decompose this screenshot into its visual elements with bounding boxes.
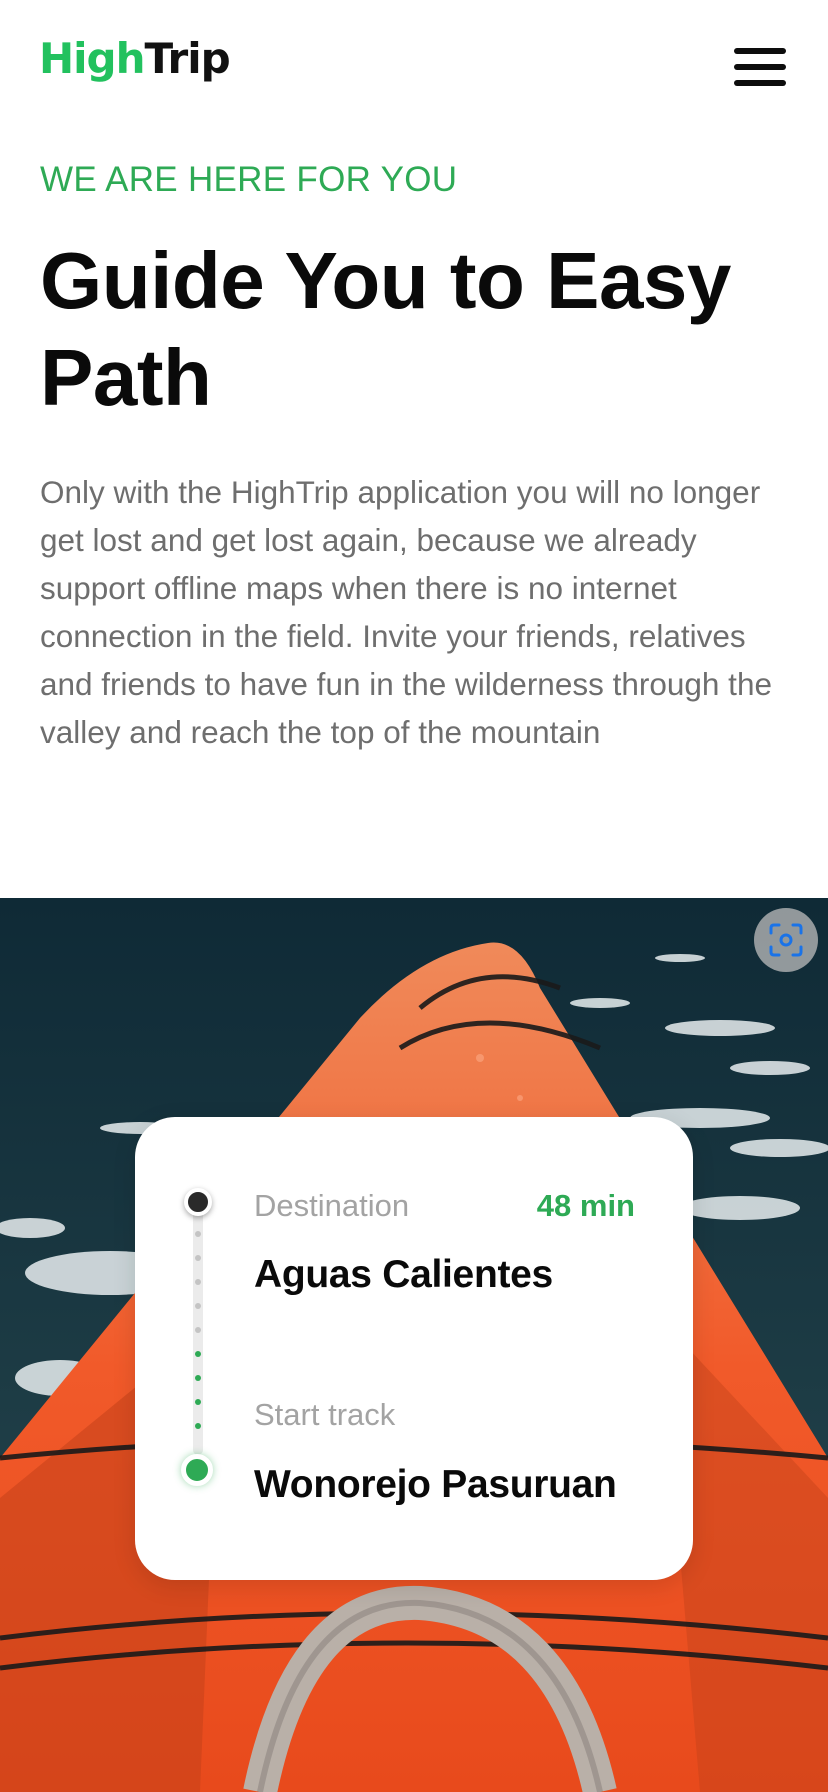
track-dot (195, 1375, 201, 1381)
track-dot (195, 1255, 201, 1261)
trip-duration: 48 min (536, 1188, 635, 1223)
intro-paragraph: Only with the HighTrip application you w… (40, 474, 772, 750)
destination-name: Aguas Calientes (254, 1253, 553, 1296)
page-headline: Guide You to Easy Path (40, 236, 731, 422)
route-card: Destination 48 min Aguas Calientes Start… (135, 1117, 693, 1580)
logo-part-high: High (39, 34, 146, 83)
track-dot (195, 1399, 201, 1405)
menu-bar (734, 64, 786, 70)
start-label: Start track (254, 1397, 396, 1432)
track-dot (195, 1231, 201, 1237)
track-dot (195, 1303, 201, 1309)
track-dot (195, 1327, 201, 1333)
destination-label: Destination (254, 1188, 410, 1223)
section-eyebrow: WE ARE HERE FOR YOU (40, 160, 458, 199)
start-name: Wonorejo Pasuruan (254, 1463, 617, 1506)
hightrip-logo[interactable]: HighTrip (39, 38, 231, 80)
site-header: HighTrip (0, 0, 828, 134)
destination-pin-icon (184, 1188, 212, 1216)
logo-part-trip: Trip (144, 34, 231, 83)
menu-bar (734, 80, 786, 86)
track-dot (195, 1351, 201, 1357)
menu-bar (734, 48, 786, 54)
start-pin-icon (181, 1454, 213, 1486)
hamburger-menu-icon[interactable] (732, 46, 788, 90)
track-dot (195, 1423, 201, 1429)
visual-search-icon[interactable] (754, 908, 818, 972)
track-dot (195, 1279, 201, 1285)
